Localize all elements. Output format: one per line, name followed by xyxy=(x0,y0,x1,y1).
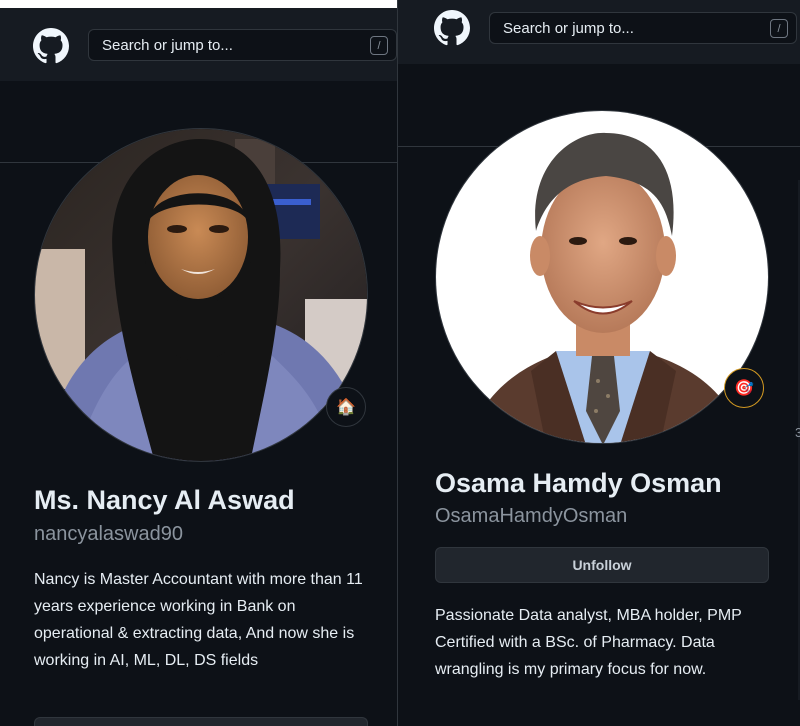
right-header-bar: Search or jump to... / xyxy=(398,0,800,64)
profile-bio: Nancy is Master Accountant with more tha… xyxy=(34,571,363,669)
profile-display-name: Osama Hamdy Osman xyxy=(435,468,722,498)
status-badge[interactable]: 🎯 xyxy=(724,368,764,408)
left-header-bar: Search or jump to... / xyxy=(0,8,397,81)
github-logo-icon[interactable] xyxy=(33,28,69,64)
left-profile-panel: Search or jump to... / 🏠 Ms. Nancy Al As… xyxy=(0,0,397,726)
search-placeholder: Search or jump to... xyxy=(503,19,634,37)
follow-button[interactable] xyxy=(34,717,368,726)
target-emoji-icon: 🎯 xyxy=(734,380,754,397)
right-profile-panel: Search or jump to... / 3 xyxy=(397,0,800,726)
home-emoji-icon: 🏠 xyxy=(336,399,356,416)
side-panel-edge-digit: 3 xyxy=(795,425,800,440)
unfollow-button[interactable]: Unfollow xyxy=(435,547,769,583)
avatar-photo xyxy=(35,129,367,461)
screenshot-stage: Search or jump to... / 🏠 Ms. Nancy Al As… xyxy=(0,0,800,726)
top-edge-line xyxy=(0,0,397,8)
search-shortcut-key: / xyxy=(770,19,788,38)
profile-display-name: Ms. Nancy Al Aswad xyxy=(34,485,295,515)
search-shortcut-key: / xyxy=(370,36,388,55)
profile-bio: Passionate Data analyst, MBA holder, PMP… xyxy=(435,607,742,678)
avatar[interactable] xyxy=(435,110,769,444)
profile-username: OsamaHamdyOsman xyxy=(435,505,628,527)
search-input[interactable]: Search or jump to... / xyxy=(489,12,797,44)
avatar[interactable] xyxy=(34,128,368,462)
search-input[interactable]: Search or jump to... / xyxy=(88,29,397,61)
profile-username: nancyalaswad90 xyxy=(34,523,183,545)
status-badge[interactable]: 🏠 xyxy=(326,387,366,427)
search-placeholder: Search or jump to... xyxy=(102,36,233,54)
github-logo-icon[interactable] xyxy=(434,10,470,46)
avatar-photo xyxy=(436,111,768,443)
